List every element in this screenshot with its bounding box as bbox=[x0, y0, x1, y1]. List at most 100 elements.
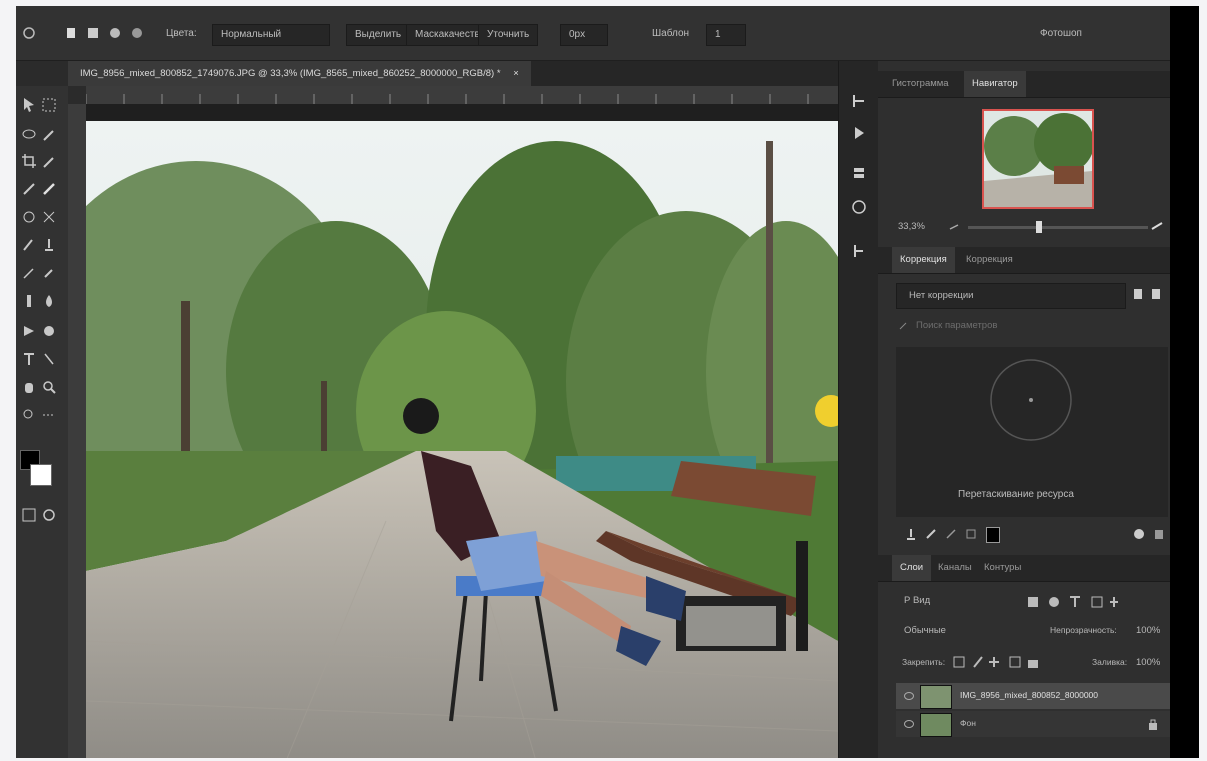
edit-toolbar-icon[interactable] bbox=[20, 406, 38, 424]
layer-visibility-icon[interactable] bbox=[904, 692, 914, 700]
gradient-icon[interactable] bbox=[944, 527, 958, 541]
new-selection-icon[interactable] bbox=[86, 26, 100, 40]
document-tab[interactable]: IMG_8956_mixed_800852_1749076.JPG @ 33,3… bbox=[68, 61, 531, 86]
more-tools-icon[interactable] bbox=[40, 406, 58, 424]
path-select-icon[interactable] bbox=[20, 322, 38, 340]
workspace-switcher[interactable]: Фотошоп bbox=[1040, 24, 1082, 44]
layer-filter-label: Р Вид bbox=[904, 595, 931, 606]
properties-panel-icon[interactable] bbox=[851, 165, 867, 181]
lock-label: Закрепить: bbox=[902, 657, 946, 667]
document-tab-title: IMG_8956_mixed_800852_1749076.JPG @ 33,3… bbox=[80, 68, 501, 79]
template-input[interactable]: 1 bbox=[706, 24, 746, 46]
document-tabs: IMG_8956_mixed_800852_1749076.JPG @ 33,3… bbox=[68, 61, 838, 86]
layer-name: Фон bbox=[960, 718, 976, 728]
blur-tool-icon[interactable] bbox=[20, 264, 38, 282]
direct-select-icon[interactable] bbox=[40, 350, 58, 368]
color-panel-icon[interactable] bbox=[851, 199, 867, 215]
navigator-thumbnail bbox=[984, 111, 1094, 207]
tab-navigator[interactable]: Навигатор bbox=[964, 71, 1026, 97]
healing-brush-icon[interactable] bbox=[20, 180, 38, 198]
vertical-ruler bbox=[68, 104, 86, 758]
subtract-selection-icon[interactable] bbox=[130, 26, 144, 40]
adjustments-dropdown-value: Нет коррекции bbox=[909, 290, 974, 301]
feather-input[interactable]: 0px bbox=[560, 24, 608, 46]
blend-mode-value: Обычные bbox=[904, 625, 946, 636]
crop-tool-icon[interactable] bbox=[20, 152, 38, 170]
layer-thumbnail bbox=[920, 685, 952, 709]
zoom-out-icon[interactable] bbox=[948, 221, 960, 233]
actions-panel-icon[interactable] bbox=[851, 125, 867, 141]
canvas-area[interactable] bbox=[86, 104, 838, 758]
pen-tool-icon[interactable] bbox=[20, 292, 38, 310]
document-tab-close[interactable]: × bbox=[513, 68, 519, 79]
adjustment-delete-icon[interactable] bbox=[1150, 287, 1162, 301]
layer-visibility-icon[interactable] bbox=[904, 720, 914, 728]
navigator-zoom-slider[interactable] bbox=[968, 226, 1148, 229]
add-selection-icon[interactable] bbox=[108, 26, 122, 40]
drop-target-area[interactable]: Перетаскивание ресурса bbox=[896, 347, 1168, 517]
reset-icon[interactable] bbox=[1132, 527, 1146, 541]
options-bar: Цвета: Нормальный Выделить Маскакачество… bbox=[16, 6, 1170, 61]
tab-histogram[interactable]: Гистограмма bbox=[884, 71, 957, 97]
quick-select-icon[interactable] bbox=[40, 126, 58, 144]
tab-paths[interactable]: Контуры bbox=[976, 555, 1029, 581]
tab-channels[interactable]: Каналы bbox=[930, 555, 980, 581]
shape-tool-icon[interactable] bbox=[40, 322, 58, 340]
gradient-tool-icon[interactable] bbox=[40, 236, 58, 254]
navigator-zoom-value[interactable]: 33,3% bbox=[898, 221, 925, 232]
brush-icon[interactable] bbox=[924, 527, 938, 541]
opacity-value[interactable]: 100% bbox=[1136, 625, 1160, 636]
dodge-tool-icon[interactable] bbox=[40, 264, 58, 282]
layer-filter-dropdown[interactable]: Р Вид bbox=[896, 591, 1006, 611]
fill-value[interactable]: 100% bbox=[1136, 657, 1160, 668]
text-tool-icon[interactable] bbox=[20, 350, 38, 368]
color-chip[interactable] bbox=[986, 527, 1000, 543]
move-icon[interactable] bbox=[64, 26, 78, 40]
park-photo[interactable] bbox=[86, 121, 838, 758]
move-tool-icon[interactable] bbox=[20, 96, 38, 114]
select-subject-button[interactable]: Выделить bbox=[346, 24, 411, 46]
background-color-swatch[interactable] bbox=[30, 464, 52, 486]
layer-thumbnail bbox=[920, 713, 952, 737]
navigator-slider-handle[interactable] bbox=[1036, 221, 1042, 233]
blend-mode-dropdown[interactable]: Обычные bbox=[896, 621, 1016, 641]
adjustments-search[interactable]: Поиск параметров bbox=[896, 317, 1166, 337]
mode-label: Цвета: bbox=[166, 28, 197, 39]
lasso-tool-icon[interactable] bbox=[20, 126, 38, 144]
zoom-in-icon[interactable] bbox=[1150, 219, 1164, 233]
adjustments-dropdown[interactable]: Нет коррекции bbox=[896, 283, 1126, 309]
quick-mask-icon[interactable] bbox=[20, 506, 38, 524]
layer-row[interactable]: IMG_8956_mixed_800852_8000000 bbox=[896, 683, 1170, 709]
screen-mode-icon[interactable] bbox=[40, 506, 58, 524]
home-icon[interactable] bbox=[22, 26, 36, 40]
layer-row[interactable]: Фон bbox=[896, 711, 1170, 737]
history-brush-icon[interactable] bbox=[40, 208, 58, 226]
hand-tool-icon[interactable] bbox=[20, 378, 38, 396]
filter-icon[interactable] bbox=[964, 527, 978, 541]
info-panel-icon[interactable] bbox=[851, 243, 867, 259]
layer-lock-icon[interactable] bbox=[1148, 717, 1158, 731]
eyedropper-icon[interactable] bbox=[40, 152, 58, 170]
lock-icons[interactable] bbox=[952, 655, 1042, 669]
marquee-tool-icon[interactable] bbox=[40, 96, 58, 114]
clone-stamp-icon[interactable] bbox=[20, 208, 38, 226]
ruler-ticks-top bbox=[85, 94, 809, 104]
tab-layers[interactable]: Слои bbox=[892, 555, 932, 581]
tab-styles[interactable]: Коррекция bbox=[958, 247, 1021, 273]
zoom-tool-icon[interactable] bbox=[40, 378, 58, 396]
type-tool-icon[interactable] bbox=[40, 292, 58, 310]
horizontal-ruler bbox=[85, 86, 838, 105]
eraser-tool-icon[interactable] bbox=[20, 236, 38, 254]
trash-icon[interactable] bbox=[1152, 527, 1166, 541]
tab-adjustments[interactable]: Коррекция bbox=[892, 247, 955, 273]
right-panels: Гистограмма Навигатор 33,3% Коррекция Ко… bbox=[878, 61, 1170, 758]
adjustment-preset-icon[interactable] bbox=[1132, 287, 1144, 301]
mode-dropdown[interactable]: Нормальный bbox=[212, 24, 330, 46]
layer-filter-icons[interactable] bbox=[1026, 595, 1136, 609]
adjustments-footer bbox=[896, 523, 1168, 547]
history-panel-icon[interactable] bbox=[851, 93, 867, 109]
stamp-icon[interactable] bbox=[904, 527, 918, 541]
navigator-preview[interactable] bbox=[982, 109, 1094, 209]
refine-button[interactable]: Уточнить bbox=[478, 24, 539, 46]
brush-tool-icon[interactable] bbox=[40, 180, 58, 198]
